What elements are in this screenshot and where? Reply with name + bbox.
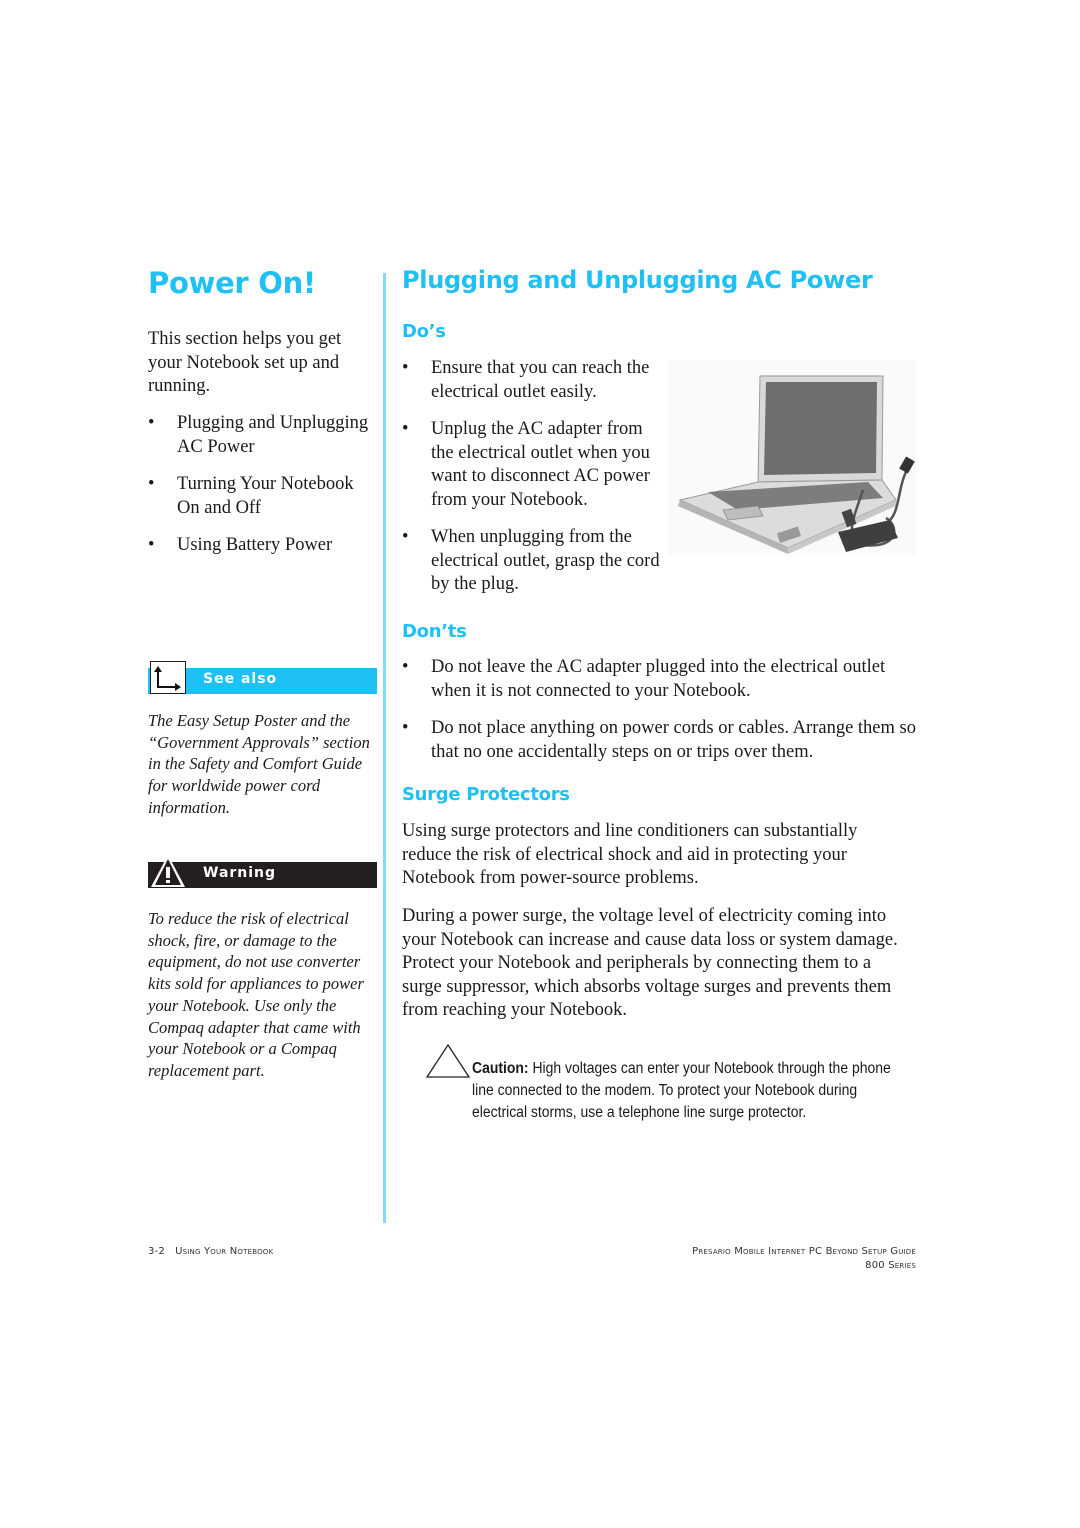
bullet: • [402, 657, 409, 677]
dos-item: • Unplug the AC adapter from the electric… [402, 418, 664, 512]
bullet: • [148, 474, 155, 494]
donts-list: • Do not leave the AC adapter plugged int… [402, 656, 917, 778]
surge-heading: Surge Protectors [402, 784, 570, 805]
footer-right: Presario Mobile Internet PC Beyond Setup… [692, 1246, 916, 1271]
see-also-banner: See also [148, 661, 377, 694]
bullet: • [402, 527, 409, 547]
topic-list: • Plugging and Unplugging AC Power • Turni… [148, 412, 378, 572]
bullet: • [402, 419, 409, 439]
topic-item: • Turning Your Notebook On and Off [148, 473, 378, 520]
page-title: Power On! [148, 266, 316, 300]
see-also-arrow-icon [150, 661, 186, 694]
section-title: Plugging and Unplugging AC Power [402, 266, 873, 294]
intro-text: This section helps you get your Notebook… [148, 329, 342, 396]
topic-label: Plugging and Unplugging AC Power [177, 413, 369, 457]
donts-heading: Don’ts [402, 621, 467, 642]
caution-triangle-icon [425, 1043, 471, 1084]
footer-series: 800 Series [865, 1260, 916, 1271]
topic-label: Turning Your Notebook On and Off [177, 474, 354, 518]
dos-list: • Ensure that you can reach the electrica… [402, 357, 664, 611]
warning-triangle-icon [150, 854, 186, 893]
donts-item: • Do not leave the AC adapter plugged int… [402, 656, 917, 703]
page-number: 3-2 [148, 1246, 165, 1257]
see-also-text: The Easy Setup Poster and the “Governmen… [148, 711, 370, 817]
bullet: • [402, 718, 409, 738]
topic-label: Using Battery Power [177, 535, 333, 555]
surge-paragraph: During a power surge, the voltage level … [402, 906, 898, 1020]
topic-item: • Using Battery Power [148, 534, 378, 558]
caution-label: Caution: [472, 1060, 529, 1077]
caution-text: High voltages can enter your Notebook th… [472, 1060, 891, 1121]
column-divider [383, 273, 386, 1223]
dos-item-text: When unplugging from the electrical outl… [431, 527, 660, 594]
bullet: • [402, 358, 409, 378]
warning-label: Warning [203, 865, 277, 881]
warning-banner: Warning [148, 855, 377, 888]
donts-item-text: Do not leave the AC adapter plugged into… [431, 657, 886, 701]
donts-item-text: Do not place anything on power cords or … [431, 718, 916, 762]
footer-guide-title: Presario Mobile Internet PC Beyond Setup… [692, 1246, 916, 1257]
topic-item: • Plugging and Unplugging AC Power [148, 412, 378, 459]
dos-item: • Ensure that you can reach the electrica… [402, 357, 664, 404]
warning-text: To reduce the risk of electrical shock, … [148, 909, 364, 1080]
dos-item-text: Ensure that you can reach the electrical… [431, 358, 650, 402]
footer-section: Using Your Notebook [175, 1246, 274, 1257]
notebook-adapter-illustration [668, 360, 916, 555]
donts-item: • Do not place anything on power cords or… [402, 717, 917, 764]
caution-note: Caution: High voltages can enter your No… [472, 1058, 895, 1124]
bullet: • [148, 535, 155, 555]
dos-heading: Do’s [402, 321, 446, 342]
dos-item-text: Unplug the AC adapter from the electrica… [431, 419, 650, 510]
dos-item: • When unplugging from the electrical out… [402, 526, 664, 597]
surge-paragraph: Using surge protectors and line conditio… [402, 821, 858, 888]
footer-left: 3-2 Using Your Notebook [148, 1246, 273, 1257]
see-also-label: See also [203, 671, 278, 687]
bullet: • [148, 413, 155, 433]
